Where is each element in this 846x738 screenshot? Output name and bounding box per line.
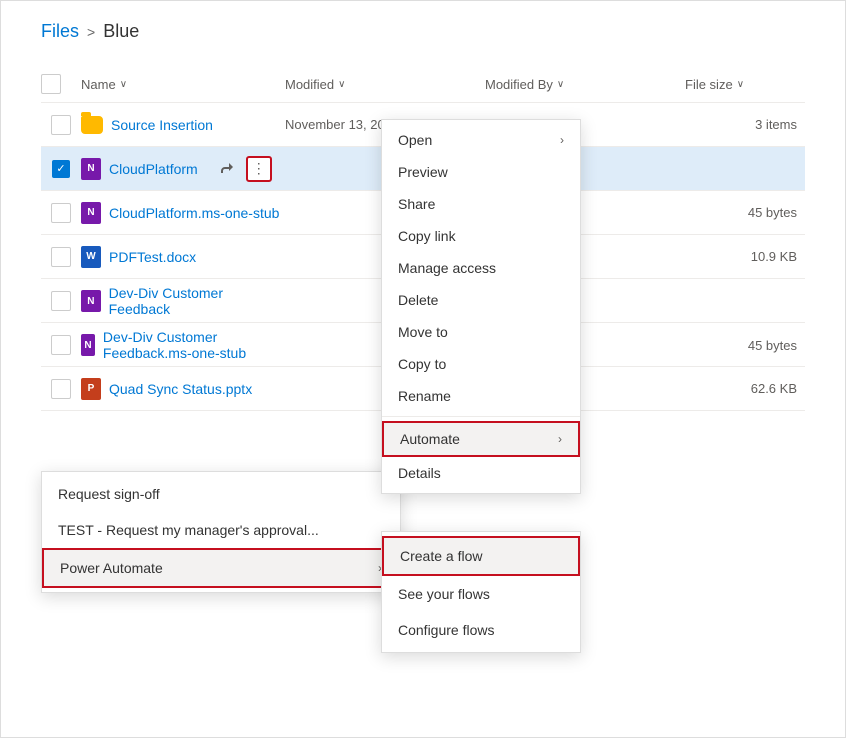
context-menu-automate[interactable]: Automate › bbox=[382, 421, 580, 457]
quad-link[interactable]: Quad Sync Status.pptx bbox=[109, 381, 252, 397]
pdftest-link[interactable]: PDFTest.docx bbox=[109, 249, 196, 265]
pdftest-size: 10.9 KB bbox=[685, 249, 805, 264]
cloud-platform-name-cell: N CloudPlatform ⋮ bbox=[81, 156, 285, 182]
source-insertion-link[interactable]: Source Insertion bbox=[111, 117, 213, 133]
context-menu-copy-to[interactable]: Copy to bbox=[382, 348, 580, 380]
context-menu-move-to[interactable]: Move to bbox=[382, 316, 580, 348]
pdftest-name-cell: W PDFTest.docx bbox=[81, 246, 285, 268]
header-checkbox-col bbox=[41, 74, 81, 94]
onenote-icon-3: N bbox=[81, 290, 101, 312]
row-checkbox-pdf[interactable] bbox=[41, 247, 81, 267]
breadcrumb-current: Blue bbox=[103, 21, 139, 42]
devdiv-checkbox[interactable] bbox=[51, 291, 71, 311]
context-menu-copy-link[interactable]: Copy link bbox=[382, 220, 580, 252]
header-modified-by[interactable]: Modified By ∨ bbox=[485, 77, 685, 92]
quad-size: 62.6 KB bbox=[685, 381, 805, 396]
source-size: 3 items bbox=[685, 117, 805, 132]
row-checkbox-cloud[interactable]: ✓ bbox=[41, 160, 81, 178]
header-name[interactable]: Name ∨ bbox=[81, 77, 285, 92]
onenote-icon: N bbox=[81, 158, 101, 180]
modified-by-sort-icon: ∨ bbox=[557, 79, 564, 90]
quad-name-cell: P Quad Sync Status.pptx bbox=[81, 378, 285, 400]
left-menu-request-signoff[interactable]: Request sign-off bbox=[42, 476, 400, 512]
row-checkbox-devdiv[interactable] bbox=[41, 291, 81, 311]
open-submenu-arrow: › bbox=[560, 133, 564, 147]
select-all-checkbox[interactable] bbox=[41, 74, 61, 94]
cloud-checkbox[interactable]: ✓ bbox=[52, 160, 70, 178]
context-menu-divider bbox=[382, 416, 580, 417]
folder-icon bbox=[81, 116, 103, 134]
table-header: Name ∨ Modified ∨ Modified By ∨ File siz… bbox=[41, 66, 805, 103]
onenote-icon-2: N bbox=[81, 202, 101, 224]
context-menu-preview[interactable]: Preview bbox=[382, 156, 580, 188]
context-menu-share[interactable]: Share bbox=[382, 188, 580, 220]
breadcrumb-separator: > bbox=[87, 24, 95, 40]
devdivstub-link[interactable]: Dev-Div Customer Feedback.ms-one-stub bbox=[103, 329, 285, 361]
context-menu: Open › Preview Share Copy link Manage ac… bbox=[381, 119, 581, 494]
devdiv-name-cell: N Dev-Div Customer Feedback bbox=[81, 285, 285, 317]
modified-sort-icon: ∨ bbox=[338, 79, 345, 90]
right-submenu-configure-flows[interactable]: Configure flows bbox=[382, 612, 580, 648]
devdivstub-name-cell: N Dev-Div Customer Feedback.ms-one-stub bbox=[81, 329, 285, 361]
context-menu-delete[interactable]: Delete bbox=[382, 284, 580, 316]
word-icon: W bbox=[81, 246, 101, 268]
stub1-checkbox[interactable] bbox=[51, 203, 71, 223]
pdf-checkbox[interactable] bbox=[51, 247, 71, 267]
breadcrumb: Files > Blue bbox=[41, 21, 805, 42]
devdivstub-checkbox[interactable] bbox=[51, 335, 71, 355]
left-menu-test-request[interactable]: TEST - Request my manager's approval... bbox=[42, 512, 400, 548]
breadcrumb-files-link[interactable]: Files bbox=[41, 21, 79, 42]
more-options-icon[interactable]: ⋮ bbox=[246, 156, 272, 182]
header-modified[interactable]: Modified ∨ bbox=[285, 77, 485, 92]
source-insertion-name-cell: Source Insertion bbox=[81, 116, 285, 134]
row-checkbox-stub1[interactable] bbox=[41, 203, 81, 223]
quad-checkbox[interactable] bbox=[51, 379, 71, 399]
cloudstub-link[interactable]: CloudPlatform.ms-one-stub bbox=[109, 205, 279, 221]
automate-submenu-arrow: › bbox=[558, 432, 562, 446]
header-file-size[interactable]: File size ∨ bbox=[685, 77, 805, 92]
row-checkbox-quad[interactable] bbox=[41, 379, 81, 399]
context-menu-rename[interactable]: Rename bbox=[382, 380, 580, 412]
page-container: Files > Blue Name ∨ Modified ∨ Modified … bbox=[0, 0, 846, 738]
name-sort-icon: ∨ bbox=[120, 79, 127, 90]
ppt-icon: P bbox=[81, 378, 101, 400]
row-checkbox-source[interactable] bbox=[41, 115, 81, 135]
file-size-sort-icon: ∨ bbox=[737, 79, 744, 90]
cloud-platform-link[interactable]: CloudPlatform bbox=[109, 161, 198, 177]
devdiv-link[interactable]: Dev-Div Customer Feedback bbox=[109, 285, 285, 317]
right-submenu: Create a flow See your flows Configure f… bbox=[381, 531, 581, 653]
onenote-icon-4: N bbox=[81, 334, 95, 356]
left-context-menu: Request sign-off TEST - Request my manag… bbox=[41, 471, 401, 593]
left-menu-power-automate[interactable]: Power Automate › bbox=[42, 548, 400, 588]
row-checkbox-devdivstub[interactable] bbox=[41, 335, 81, 355]
devdivstub-size: 45 bytes bbox=[685, 338, 805, 353]
context-menu-details[interactable]: Details bbox=[382, 457, 580, 489]
cloudstub-size: 45 bytes bbox=[685, 205, 805, 220]
share-icon[interactable] bbox=[214, 156, 240, 182]
right-submenu-create-flow[interactable]: Create a flow bbox=[382, 536, 580, 576]
context-menu-open[interactable]: Open › bbox=[382, 124, 580, 156]
cloud-platform-actions: ⋮ bbox=[214, 156, 272, 182]
context-menu-manage-access[interactable]: Manage access bbox=[382, 252, 580, 284]
cloudstub-name-cell: N CloudPlatform.ms-one-stub bbox=[81, 202, 285, 224]
source-checkbox[interactable] bbox=[51, 115, 71, 135]
right-submenu-see-flows[interactable]: See your flows bbox=[382, 576, 580, 612]
